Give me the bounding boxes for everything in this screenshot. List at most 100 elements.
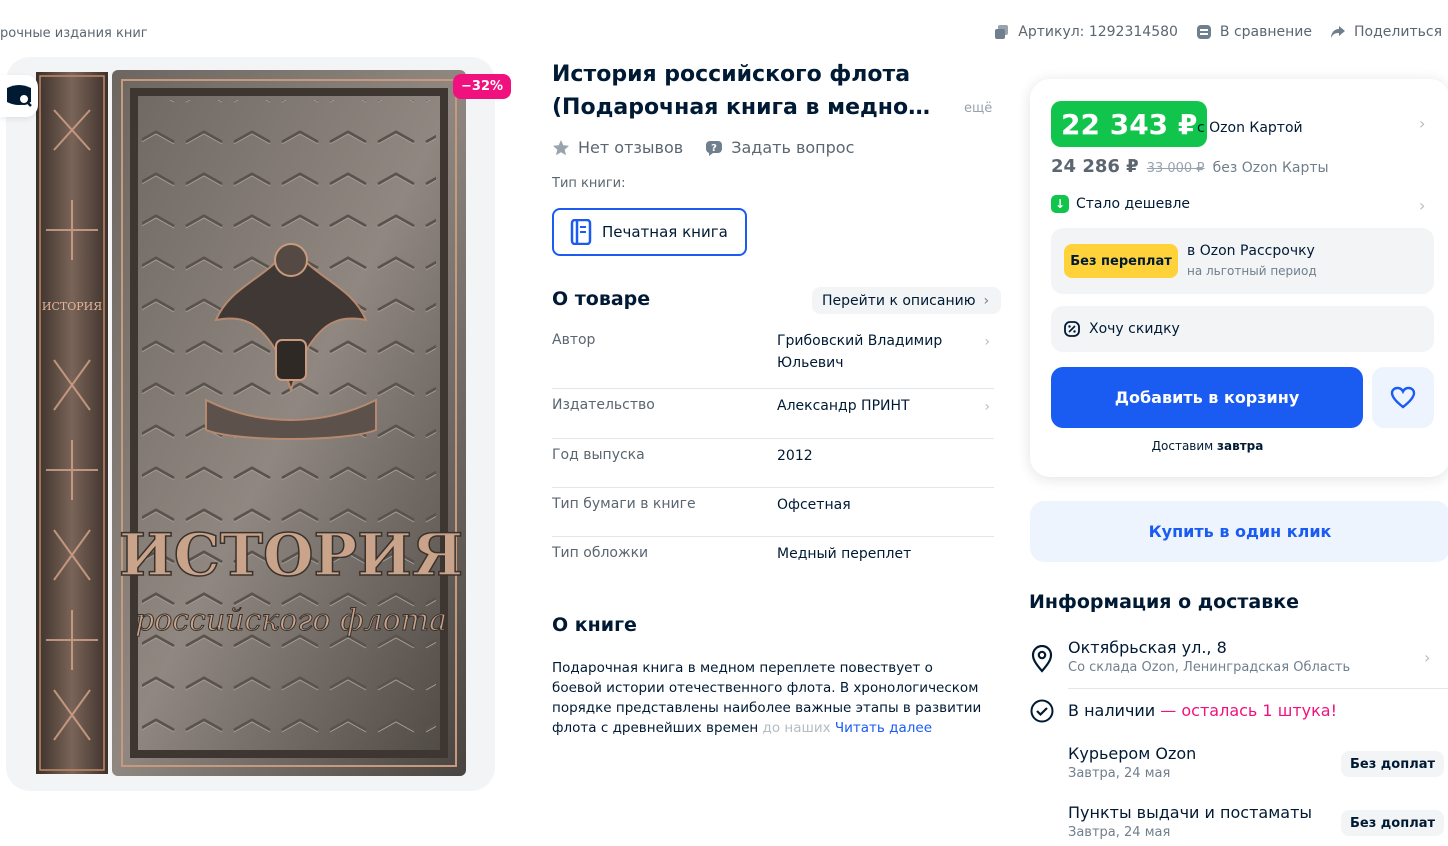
chevron-right-icon: ›: [984, 334, 990, 350]
reviews-label: Нет отзывов: [578, 138, 684, 157]
property-value: 2012: [777, 448, 813, 464]
title-line-1: История российского флота: [552, 62, 911, 87]
property-key: Тип обложки: [552, 545, 649, 561]
breadcrumb[interactable]: рочные издания книг: [0, 26, 148, 41]
about-book-heading: О книге: [552, 614, 637, 636]
property-row-year: Год выпуска 2012: [552, 439, 994, 488]
book-type-value: Печатная книга: [602, 223, 728, 241]
compare-label: В сравнение: [1219, 24, 1313, 40]
price-drop-label: Стало дешевле: [1076, 196, 1191, 212]
installment-badge: Без переплат: [1064, 244, 1178, 278]
property-value: Офсетная: [777, 497, 851, 513]
stock-status: В наличии — осталась 1 штука!: [1068, 701, 1337, 720]
copy-icon: [995, 25, 1009, 39]
chevron-right-icon: ›: [984, 399, 990, 415]
property-row-cover: Тип обложки Медный переплет: [552, 537, 994, 587]
property-row-author[interactable]: Автор Грибовский Владимир Юльевич ›: [552, 324, 994, 389]
read-more-link[interactable]: Читать далее: [835, 720, 932, 736]
delivery-option-name: Пункты выдачи и постаматы: [1068, 803, 1313, 822]
buy-one-click-button[interactable]: Купить в один клик: [1030, 501, 1448, 562]
reviews-link[interactable]: Нет отзывов: [552, 138, 683, 157]
want-discount-label: Хочу скидку: [1089, 321, 1180, 337]
delivery-eta-day: завтра: [1217, 439, 1264, 453]
regular-price: 24 286 ₽: [1051, 156, 1139, 177]
ozon-card-label: с Ozon Картой: [1197, 120, 1303, 136]
installment-title: в Ozon Рассрочку: [1187, 243, 1315, 259]
property-value: Александр ПРИНТ: [777, 398, 910, 414]
add-to-cart-button[interactable]: Добавить в корзину: [1051, 367, 1363, 428]
want-discount-button[interactable]: Хочу скидку: [1051, 306, 1434, 352]
discount-badge: −32%: [453, 74, 512, 99]
find-similar-button[interactable]: [0, 75, 38, 117]
book-type-label: Тип книги:: [552, 176, 626, 191]
cover-subtitle-lettering: российского флота: [135, 603, 447, 638]
arrow-down-icon: ↓: [1051, 195, 1069, 213]
cover-title-lettering: ИСТОРИЯ: [119, 521, 463, 589]
old-price: 33 000 ₽: [1146, 161, 1205, 176]
stock-remaining: — осталась 1 штука!: [1155, 701, 1338, 720]
stock-label: В наличии: [1068, 701, 1156, 720]
price-drop-row[interactable]: ↓ Стало дешевле: [1051, 195, 1190, 213]
spine-lettering: ИСТОРИЯ: [42, 300, 102, 313]
star-icon: [553, 139, 569, 155]
delivery-option-badge: Без доплат: [1341, 810, 1445, 836]
about-product-heading: О товаре: [552, 288, 651, 310]
regular-price-label: без Ozon Карты: [1212, 160, 1329, 176]
question-chat-icon: ?: [706, 140, 723, 156]
property-row-paper: Тип бумаги в книге Офсетная: [552, 488, 994, 537]
location-pin-icon: [1031, 645, 1053, 673]
delivery-option-name: Курьером Ozon: [1068, 744, 1197, 763]
share-button[interactable]: Поделиться: [1330, 24, 1442, 40]
chevron-right-icon[interactable]: ›: [1419, 196, 1425, 215]
delivery-warehouse: Со склада Ozon, Ленинградская Область: [1068, 660, 1351, 675]
delivery-eta: Доставим завтра: [1030, 439, 1385, 453]
chevron-right-icon: ›: [983, 292, 990, 309]
installment-subtitle: на льготный период: [1187, 264, 1317, 278]
svg-text:?: ?: [711, 143, 717, 154]
delivery-eta-prefix: Доставим: [1151, 439, 1218, 453]
property-key: Год выпуска: [552, 447, 645, 463]
delivery-address[interactable]: Октябрьская ул., 8: [1068, 638, 1227, 657]
book-cover-image: ИСТОРИЯ ИСТОРИЯ российского флота: [36, 70, 466, 776]
article-number[interactable]: Артикул: 1292314580: [994, 24, 1178, 40]
heart-icon: [1390, 386, 1416, 409]
goto-description-button[interactable]: Перейти к описанию ›: [812, 287, 1002, 314]
chevron-right-icon[interactable]: ›: [1419, 114, 1425, 133]
ask-question-link[interactable]: ? Задать вопрос: [705, 138, 854, 157]
rating-row: Нет отзывов ? Задать вопрос: [552, 138, 854, 157]
share-icon: [1331, 26, 1346, 38]
check-circle-icon: [1030, 699, 1054, 723]
property-key: Тип бумаги в книге: [552, 496, 696, 512]
compare-button[interactable]: В сравнение: [1196, 24, 1312, 40]
book-type-option-printed[interactable]: Печатная книга: [552, 208, 747, 256]
delivery-info-heading: Информация о доставке: [1029, 591, 1300, 613]
property-row-publisher[interactable]: Издательство Александр ПРИНТ ›: [552, 389, 994, 439]
divider: [1068, 688, 1448, 689]
title-line-2: (Подарочная книга в медном...: [552, 95, 942, 120]
title-more-link[interactable]: ещё: [964, 101, 992, 116]
chevron-right-icon[interactable]: ›: [1424, 648, 1430, 667]
property-key: Автор: [552, 332, 596, 348]
book-icon: [570, 219, 592, 245]
property-value: Медный переплет: [777, 546, 912, 562]
description-fade-text: до наших: [758, 720, 835, 736]
delivery-option-date: Завтра, 24 мая: [1068, 766, 1171, 781]
ozon-card-price[interactable]: 22 343 ₽: [1051, 101, 1208, 147]
property-value: Грибовский Владимир Юльевич: [777, 333, 943, 371]
favorite-button[interactable]: [1372, 367, 1434, 428]
ask-question-label: Задать вопрос: [731, 138, 855, 157]
product-title: История российского флота (Подарочная кн…: [552, 58, 947, 124]
goto-description-label: Перейти к описанию: [822, 292, 976, 309]
discount-tag-icon: [1064, 321, 1080, 337]
regular-price-row: 24 286 ₽ 33 000 ₽ без Ozon Карты: [1051, 156, 1329, 177]
image-search-icon: [7, 85, 32, 107]
delivery-option-date: Завтра, 24 мая: [1068, 825, 1171, 840]
article-label: Артикул: 1292314580: [1018, 24, 1178, 40]
book-description: Подарочная книга в медном переплете пове…: [552, 658, 982, 738]
compare-icon: [1196, 25, 1211, 39]
property-key: Издательство: [552, 397, 655, 413]
share-label: Поделиться: [1354, 24, 1442, 40]
delivery-option-badge: Без доплат: [1341, 751, 1445, 777]
top-meta: Артикул: 1292314580 В сравнение Поделить…: [994, 24, 1442, 40]
product-properties: Автор Грибовский Владимир Юльевич › Изда…: [552, 324, 994, 587]
